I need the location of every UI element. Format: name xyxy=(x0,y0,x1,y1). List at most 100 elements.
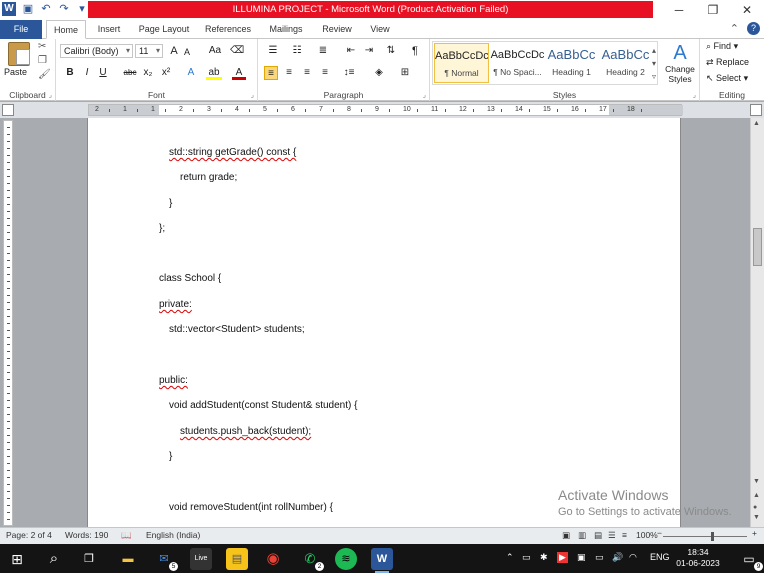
proofing-icon[interactable]: 📖 xyxy=(121,530,132,541)
code-line[interactable]: private: xyxy=(159,299,192,310)
redo-icon[interactable]: ↷ xyxy=(58,3,70,15)
wifi-icon[interactable]: ◠ xyxy=(629,552,637,563)
tray-overflow-icon[interactable]: ⌃ xyxy=(506,552,514,563)
print-layout-icon[interactable]: ▣ xyxy=(562,530,570,541)
multilevel-list-icon[interactable]: ≣ xyxy=(314,44,332,58)
tab-view[interactable]: View xyxy=(364,20,396,39)
show-formatting-button[interactable]: ¶ xyxy=(408,44,422,58)
language-indicator[interactable]: English (India) xyxy=(146,530,200,540)
line-spacing-icon[interactable]: ↕≡ xyxy=(340,66,358,80)
tab-home[interactable]: Home xyxy=(46,20,86,39)
font-color-icon[interactable]: A xyxy=(232,66,246,80)
bullets-icon[interactable]: ☰ xyxy=(264,44,282,58)
meet-now-icon[interactable]: ▭ xyxy=(522,552,531,563)
document-page[interactable]: std::string getGrade() const { return gr… xyxy=(87,118,681,527)
paste-icon[interactable] xyxy=(8,42,30,66)
previous-page-icon[interactable]: ▲ xyxy=(753,492,760,499)
undo-icon[interactable]: ↶ xyxy=(40,3,52,15)
zoom-in-button[interactable]: + xyxy=(752,528,757,538)
format-painter-icon[interactable]: 🖌 xyxy=(38,69,51,80)
font-name-select[interactable]: Calibri (Body) xyxy=(60,44,133,58)
dialog-launcher-icon[interactable]: ⌟ xyxy=(251,91,254,99)
collapse-ribbon-icon[interactable]: ⌃ xyxy=(730,22,739,35)
outline-icon[interactable]: ☰ xyxy=(608,530,616,541)
restore-button[interactable]: ❐ xyxy=(696,0,730,20)
scroll-thumb[interactable] xyxy=(753,228,762,266)
code-line[interactable]: std::vector<Student> students; xyxy=(169,324,305,335)
code-line[interactable]: public: xyxy=(159,375,188,386)
sort-icon[interactable]: ⇅ xyxy=(384,44,398,58)
tab-page-layout[interactable]: Page Layout xyxy=(134,20,194,39)
code-line[interactable]: } xyxy=(169,198,172,209)
subscript-button[interactable]: x₂ xyxy=(142,66,154,80)
tab-insert[interactable]: Insert xyxy=(90,20,128,39)
task-view-icon[interactable]: ❐ xyxy=(78,548,100,570)
mail-icon[interactable]: ✉ 5 xyxy=(153,548,178,571)
system-clock[interactable]: 18:34 01-06-2023 xyxy=(676,547,720,569)
italic-button[interactable]: I xyxy=(81,66,93,80)
code-line[interactable]: return grade; xyxy=(180,172,237,183)
start-icon[interactable]: ⊞ xyxy=(6,548,28,570)
chrome-icon[interactable]: ◉ xyxy=(262,548,284,570)
spotify-icon[interactable]: ≋ xyxy=(335,548,357,570)
change-styles-button[interactable]: A Change Styles xyxy=(662,42,698,84)
code-line[interactable]: class School { xyxy=(159,273,221,284)
replace-button[interactable]: ⇄ Replace xyxy=(706,57,749,68)
grow-font-button[interactable]: A xyxy=(168,44,180,58)
font-size-select[interactable]: 11 xyxy=(135,44,163,58)
shading-icon[interactable]: ◈ xyxy=(370,66,388,80)
code-line[interactable]: void addStudent(const Student& student) … xyxy=(169,400,357,411)
next-page-icon[interactable]: ▼ xyxy=(753,514,760,521)
tab-mailings[interactable]: Mailings xyxy=(264,20,308,39)
code-line[interactable]: std::string getGrade() const { xyxy=(169,147,296,158)
dialog-launcher-icon[interactable]: ⌟ xyxy=(693,91,696,99)
justify-icon[interactable]: ≡ xyxy=(318,66,332,80)
underline-button[interactable]: U xyxy=(97,66,109,80)
tab-review[interactable]: Review xyxy=(318,20,356,39)
decrease-indent-icon[interactable]: ⇤ xyxy=(344,44,358,58)
code-line[interactable]: void removeStudent(int rollNumber) { xyxy=(169,502,333,513)
whatsapp-icon[interactable]: ✆ 2 xyxy=(299,548,324,571)
copy-icon[interactable]: ❐ xyxy=(38,55,47,66)
zoom-out-button[interactable]: − xyxy=(657,528,662,538)
live-app-icon[interactable]: Live xyxy=(190,548,212,570)
vertical-scrollbar[interactable]: ▲ ▼ ▲ ● ▼ xyxy=(750,118,764,527)
style-no-spacing[interactable]: AaBbCcDc ¶ No Spaci... xyxy=(490,43,545,83)
superscript-button[interactable]: x² xyxy=(160,66,172,80)
borders-icon[interactable]: ⊞ xyxy=(396,66,414,80)
numbering-icon[interactable]: ☷ xyxy=(288,44,306,58)
align-center-icon[interactable]: ≡ xyxy=(282,66,296,80)
select-button[interactable]: ↖ Select ▾ xyxy=(706,73,748,84)
tab-file[interactable]: File xyxy=(0,20,42,39)
align-right-icon[interactable]: ≡ xyxy=(300,66,314,80)
bluetooth-icon[interactable]: ✱ xyxy=(540,552,548,563)
horizontal-ruler[interactable]: 2 1 1 2 3 4 5 6 7 8 9 10 11 12 13 14 15 16 17 18 xyxy=(88,104,683,116)
search-icon[interactable]: ⌕ xyxy=(43,548,65,570)
tab-selector[interactable] xyxy=(2,104,14,116)
paste-button[interactable]: Paste xyxy=(4,67,27,77)
view-ruler-icon[interactable] xyxy=(750,104,762,116)
zoom-slider[interactable] xyxy=(663,532,747,541)
code-line[interactable]: }; xyxy=(159,223,165,234)
zoom-level[interactable]: 100% xyxy=(636,530,658,540)
styles-scroll-icon[interactable]: ▴ ▾ ▿ xyxy=(652,44,656,83)
select-browse-object-icon[interactable]: ● xyxy=(753,504,757,511)
cut-icon[interactable]: ✂ xyxy=(38,41,46,52)
align-left-icon[interactable]: ≡ xyxy=(264,66,278,80)
notification-center-icon[interactable]: ▭ 9 xyxy=(738,548,763,571)
highlight-icon[interactable]: ab xyxy=(206,66,222,80)
full-screen-reading-icon[interactable]: ▥ xyxy=(578,530,586,541)
find-button[interactable]: ⌕ Find ▾ xyxy=(706,41,738,52)
style-heading-1[interactable]: AaBbCc Heading 1 xyxy=(544,43,599,83)
volume-icon[interactable]: 🔊 xyxy=(612,552,623,563)
sticky-notes-icon[interactable]: ▤ xyxy=(226,548,248,570)
text-effects-icon[interactable]: A xyxy=(184,66,198,80)
scroll-up-icon[interactable]: ▲ xyxy=(753,120,760,127)
draft-icon[interactable]: ≡ xyxy=(622,530,627,540)
style-heading-2[interactable]: AaBbCc Heading 2 xyxy=(598,43,653,83)
customize-qat-icon[interactable]: ▾ xyxy=(76,3,88,15)
clear-format-icon[interactable]: ⌫ xyxy=(230,44,244,58)
style-normal[interactable]: AaBbCcDc ¶ Normal xyxy=(434,43,489,83)
battery-icon[interactable]: ▭ xyxy=(595,552,604,563)
minimize-button[interactable]: ─ xyxy=(662,0,696,20)
